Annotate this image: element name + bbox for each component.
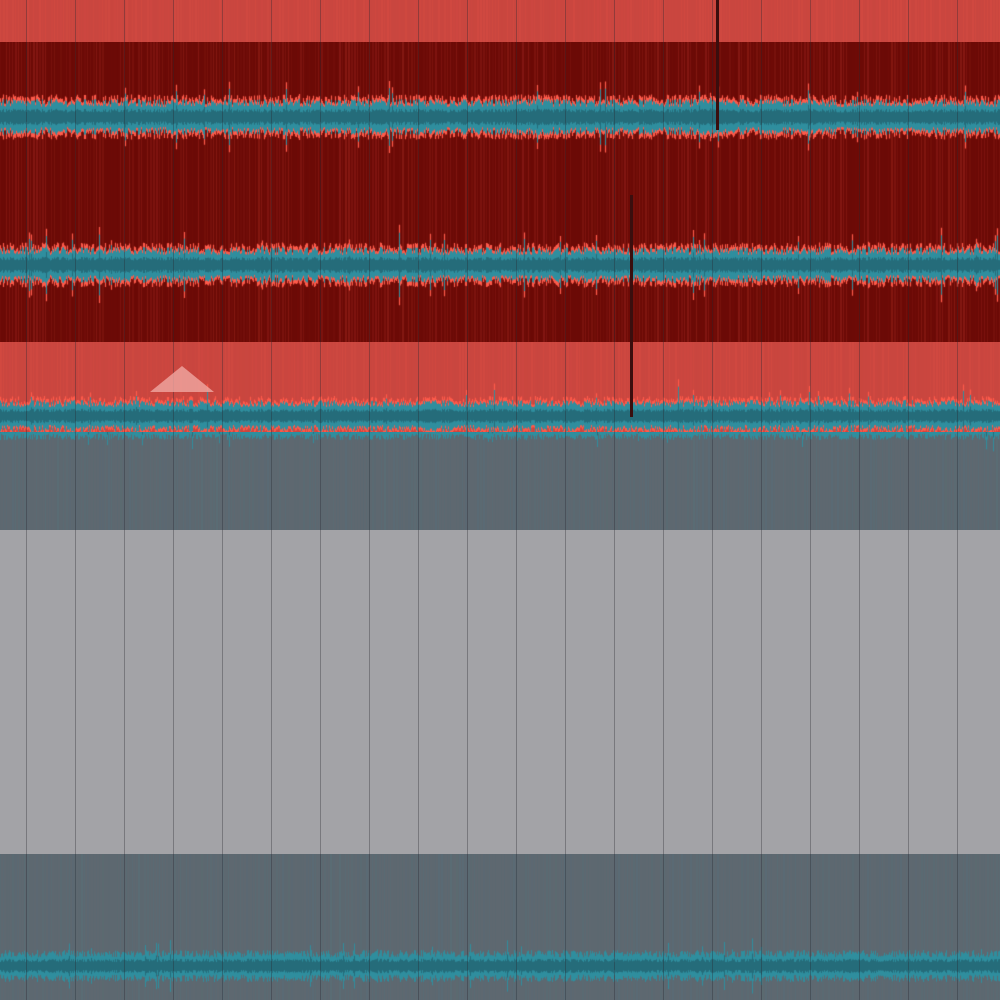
waveform-canvas	[0, 42, 1000, 342]
playhead-marker-icon[interactable]	[630, 195, 633, 417]
waveform-canvas	[0, 530, 1000, 854]
audio-track-5[interactable]	[0, 854, 1000, 1000]
audio-track-1[interactable]	[0, 0, 1000, 42]
empty-lane[interactable]	[0, 530, 1000, 854]
audio-track-4[interactable]	[0, 432, 1000, 530]
waveform-canvas	[0, 0, 1000, 42]
audio-track-2[interactable]	[0, 42, 1000, 342]
playhead-marker-icon[interactable]	[716, 0, 719, 130]
waveform-canvas	[0, 854, 1000, 1000]
fade-handle-icon[interactable]	[150, 366, 214, 392]
waveform-canvas	[0, 432, 1000, 530]
